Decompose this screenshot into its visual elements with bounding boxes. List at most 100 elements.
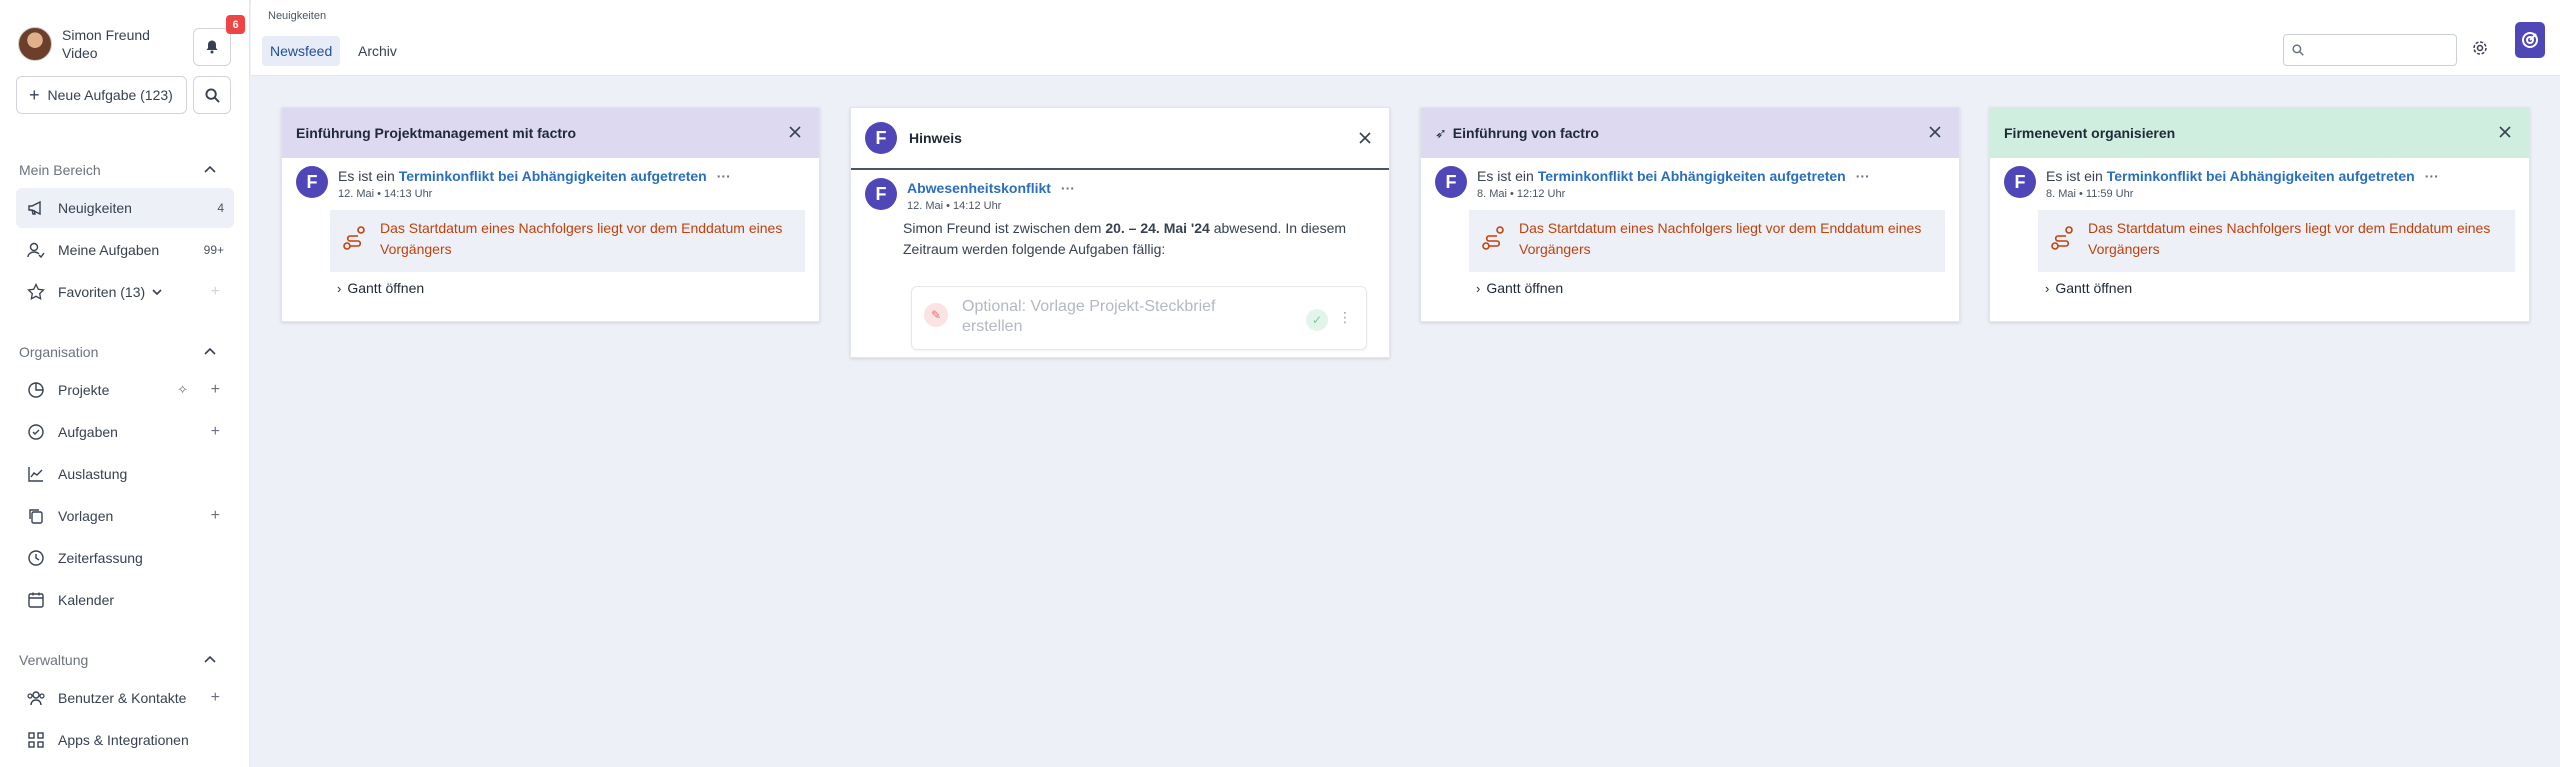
entry-text: Abwesenheitskonflikt ··· (907, 180, 1075, 196)
search-input[interactable] (2283, 34, 2457, 66)
chevron-down-icon (152, 289, 162, 296)
sidebar-item-label: Auslastung (58, 466, 128, 482)
add-template-icon[interactable]: + (211, 507, 220, 525)
more-icon[interactable]: ··· (2425, 168, 2439, 184)
chevron-up-icon[interactable] (203, 345, 217, 359)
card-header[interactable]: Einführung Projektmanagement mit factro (282, 108, 819, 158)
rocket-icon: ➶ (1435, 124, 1447, 141)
sidebar-item-label: Neuigkeiten (58, 200, 132, 216)
chevron-right-icon: › (337, 280, 342, 296)
clock-icon (26, 548, 46, 568)
gantt-toggle[interactable]: › Gantt öffnen (2045, 280, 2529, 296)
gantt-label: Gantt öffnen (347, 280, 425, 296)
sidebar-item-projekte[interactable]: Projekte ✧ + (16, 370, 234, 410)
check-icon[interactable]: ✓ (1306, 309, 1328, 331)
entry-date: 8. Mai • 12:12 Uhr (1477, 188, 1566, 200)
card-header[interactable]: F Hinweis (851, 108, 1389, 170)
tab-newsfeed[interactable]: Newsfeed (262, 36, 341, 66)
close-icon[interactable] (785, 122, 805, 142)
sidebar-item-label: Projekte (58, 382, 110, 398)
route-icon (1482, 226, 1504, 250)
warning-box: Das Startdatum eines Nachfolgers liegt v… (330, 210, 805, 272)
app-launcher-button[interactable] (2515, 22, 2545, 58)
chevron-up-icon[interactable] (203, 163, 217, 177)
sidebar-item-zeiterfassung[interactable]: Zeiterfassung (16, 538, 234, 578)
sidebar-item-label: Favoriten (13) (58, 284, 146, 300)
area-chart-icon (26, 464, 46, 484)
tab-archiv[interactable]: Archiv (350, 36, 405, 66)
sidebar-item-apps[interactable]: Apps & Integrationen (16, 720, 234, 760)
add-user-icon[interactable]: + (211, 689, 220, 707)
warning-box: Das Startdatum eines Nachfolgers liegt v… (2038, 210, 2515, 272)
sidebar-item-neuigkeiten[interactable]: Neuigkeiten 4 (16, 188, 234, 228)
conflict-link[interactable]: Terminkonflikt bei Abhängigkeiten aufget… (399, 168, 707, 184)
avatar: F (865, 178, 897, 210)
user-profile[interactable]: Simon Freund Video (18, 26, 150, 62)
sidebar-item-favoriten[interactable]: Favoriten (13) + (16, 272, 234, 312)
more-vertical-icon[interactable]: ⋮ (1338, 309, 1352, 326)
close-icon[interactable] (1355, 128, 1375, 148)
sidebar-item-label: Zeiterfassung (58, 550, 143, 566)
more-icon[interactable]: ··· (1856, 168, 1870, 184)
new-task-button[interactable]: + Neue Aufgabe (123) (16, 76, 187, 114)
gantt-label: Gantt öffnen (1486, 280, 1564, 296)
section-organisation: Organisation (19, 344, 99, 360)
add-task-icon[interactable]: + (211, 423, 220, 441)
sidebar-item-kalender[interactable]: Kalender (16, 580, 234, 620)
task-title: Optional: Vorlage Projekt-Steckbrief ers… (962, 298, 1216, 335)
conflict-link[interactable]: Terminkonflikt bei Abhängigkeiten aufget… (2107, 168, 2415, 184)
chevron-up-icon[interactable] (203, 653, 217, 667)
close-icon[interactable] (1925, 122, 1945, 142)
gantt-toggle[interactable]: › Gantt öffnen (1476, 280, 1959, 296)
card-header[interactable]: ➶ Einführung von factro (1421, 108, 1959, 158)
newsfeed-card-3: Firmenevent organisieren F Es ist ein Te… (1989, 107, 2530, 322)
sidebar-item-label: Aufgaben (58, 424, 118, 440)
calendar-icon (26, 590, 46, 610)
app-logo-icon (2522, 32, 2538, 48)
notifications-button[interactable] (193, 28, 231, 66)
hinweis-card: F Hinweis F Abwesenheitskonflikt ··· 12. … (850, 107, 1390, 358)
sidebar-item-auslastung[interactable]: Auslastung (16, 454, 234, 494)
more-icon[interactable]: ··· (717, 168, 731, 184)
conflict-link[interactable]: Terminkonflikt bei Abhängigkeiten aufget… (1538, 168, 1846, 184)
entry-date: 12. Mai • 14:12 Uhr (907, 200, 1002, 212)
task-card[interactable]: ✎ Optional: Vorlage Projekt-Steckbrief e… (911, 286, 1367, 350)
megaphone-icon (26, 198, 46, 218)
more-icon[interactable]: ··· (1061, 180, 1075, 196)
feed-entry: F Abwesenheitskonflikt ··· 12. Mai • 14:1… (851, 170, 1389, 214)
card-title: Firmenevent organisieren (2004, 125, 2176, 141)
section-verwaltung: Verwaltung (19, 652, 89, 668)
absence-text-a: Simon Freund ist zwischen dem (903, 220, 1106, 236)
sidebar: Simon Freund Video 6 + Neue Aufgabe (123… (0, 0, 250, 767)
sidebar-item-benutzer[interactable]: Benutzer & Kontakte + (16, 678, 234, 718)
magic-wand-icon[interactable]: ✧ (177, 382, 188, 398)
card-header[interactable]: Firmenevent organisieren (1990, 108, 2529, 158)
search-icon (2292, 44, 2304, 56)
entry-prefix: Es ist ein (338, 168, 399, 184)
absence-conflict-link[interactable]: Abwesenheitskonflikt (907, 180, 1051, 196)
entry-date: 12. Mai • 14:13 Uhr (338, 188, 433, 200)
copy-icon (26, 506, 46, 526)
route-icon (343, 226, 365, 250)
sidebar-item-aufgaben[interactable]: Aufgaben + (16, 412, 234, 452)
user-info: Simon Freund Video (62, 26, 150, 62)
sidebar-item-label: Vorlagen (58, 508, 114, 524)
card-title: Einführung von factro (1452, 125, 1599, 141)
sidebar-item-meine-aufgaben[interactable]: Meine Aufgaben 99+ (16, 230, 234, 270)
feed-entry: F Es ist ein Terminkonflikt bei Abhängig… (1990, 158, 2529, 202)
search-icon (204, 87, 220, 103)
plus-icon: + (29, 84, 40, 105)
users-icon (26, 688, 46, 708)
avatar (18, 27, 52, 61)
header-bar (251, 0, 2560, 76)
sidebar-search-button[interactable] (193, 76, 231, 114)
sidebar-item-label: Benutzer & Kontakte (58, 690, 187, 706)
close-icon[interactable] (2495, 122, 2515, 142)
gear-icon[interactable] (2472, 40, 2488, 56)
new-task-label: Neue Aufgabe (123) (47, 87, 173, 103)
add-project-icon[interactable]: + (211, 381, 220, 399)
sidebar-item-vorlagen[interactable]: Vorlagen + (16, 496, 234, 536)
add-favorite-icon[interactable]: + (211, 283, 220, 301)
newsfeed-card-2: ➶ Einführung von factro F Es ist ein Ter… (1420, 107, 1960, 322)
gantt-toggle[interactable]: › Gantt öffnen (337, 280, 819, 296)
